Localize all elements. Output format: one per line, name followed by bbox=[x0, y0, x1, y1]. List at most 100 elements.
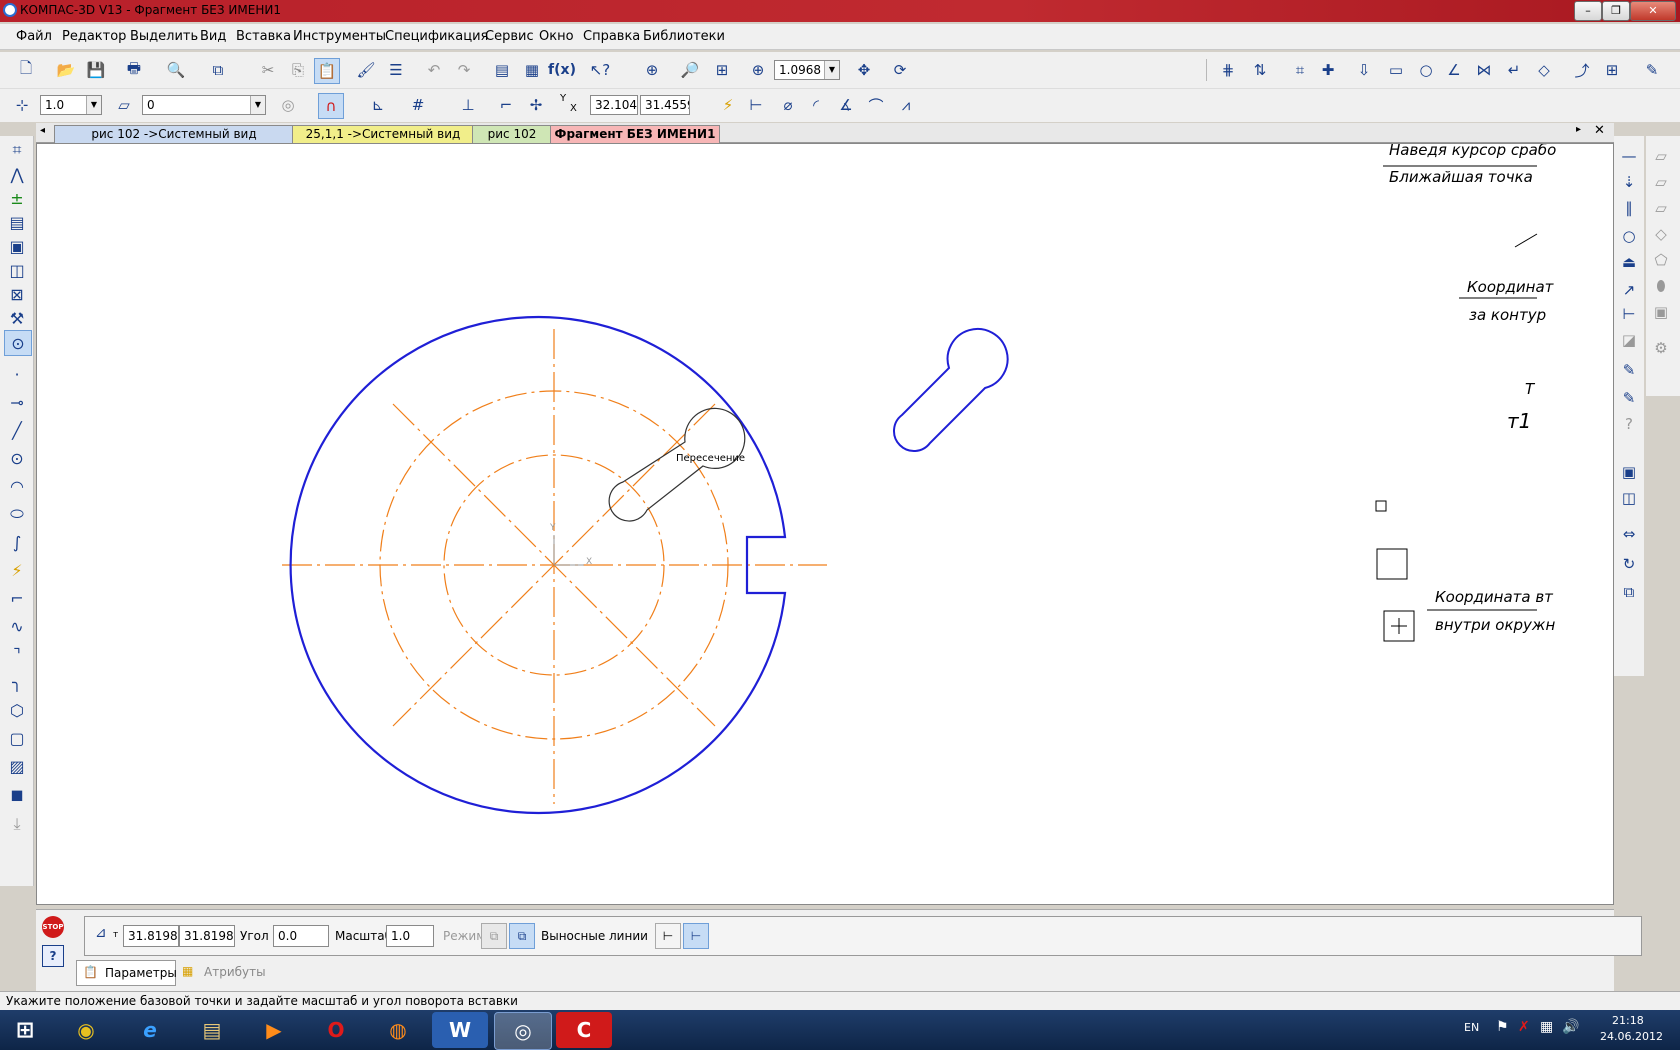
firefox-taskbar-icon[interactable]: ◍ bbox=[370, 1012, 426, 1048]
symbols-panel-icon[interactable]: ± bbox=[4, 186, 30, 210]
ortho-icon[interactable]: ⊾ bbox=[366, 93, 390, 117]
menu-view[interactable]: Вид bbox=[200, 29, 226, 44]
zoom-fit-icon[interactable]: ⊞ bbox=[710, 58, 734, 82]
copy-icon[interactable]: ⎘ bbox=[286, 58, 310, 82]
arc-icon[interactable]: ◠ bbox=[4, 474, 30, 498]
help-icon[interactable]: ? bbox=[1617, 412, 1641, 436]
tab-parameters[interactable]: 📋 Параметры bbox=[76, 960, 177, 986]
flag-icon[interactable]: ⚑ bbox=[1496, 1019, 1509, 1035]
network-error-icon[interactable]: ✗ bbox=[1518, 1019, 1530, 1035]
tab-ris102[interactable]: рис 102 bbox=[472, 125, 552, 144]
diameter-icon[interactable]: ⌀ bbox=[776, 93, 800, 117]
menu-file[interactable]: Файл bbox=[16, 29, 52, 44]
tab-fragment-active[interactable]: Фрагмент БЕЗ ИМЕНИ1 bbox=[550, 125, 720, 144]
zoom-window-icon[interactable]: ⊕ bbox=[640, 58, 664, 82]
views-icon[interactable]: ▣ bbox=[1617, 460, 1641, 484]
explorer-taskbar-icon[interactable]: ▤ bbox=[184, 1012, 240, 1048]
maximize-button[interactable]: ❐ bbox=[1602, 1, 1630, 21]
new-document-icon[interactable]: 🗋 bbox=[14, 58, 38, 82]
pin-icon[interactable]: ⏏ bbox=[1617, 250, 1641, 274]
pan-icon[interactable]: ✥ bbox=[852, 58, 876, 82]
parametric-icon[interactable]: ✢ bbox=[524, 93, 548, 117]
opera-taskbar-icon[interactable]: O bbox=[308, 1012, 364, 1048]
insert-fragment-icon[interactable]: ⤓ bbox=[4, 812, 30, 836]
undo-icon[interactable]: ↶ bbox=[422, 58, 446, 82]
print-icon[interactable]: 🖶 bbox=[122, 58, 146, 82]
layers-stack-icon[interactable]: ◫ bbox=[1617, 486, 1641, 510]
angle-field[interactable]: 0.0 bbox=[273, 925, 329, 947]
display-icon[interactable]: ▦ bbox=[1540, 1019, 1553, 1035]
edit-panel-icon[interactable]: ▤ bbox=[4, 210, 30, 234]
add-snap-icon[interactable]: ✚ bbox=[1316, 58, 1340, 82]
menu-help[interactable]: Справка bbox=[583, 29, 640, 44]
dim-lines-icon[interactable]: ⇅ bbox=[1248, 58, 1272, 82]
preview-icon[interactable]: 🔍 bbox=[164, 58, 188, 82]
refresh-icon[interactable]: ⟳ bbox=[888, 58, 912, 82]
text-box-icon[interactable]: ▭ bbox=[1384, 58, 1408, 82]
hatch-icon[interactable]: ▨ bbox=[4, 754, 30, 778]
t-x-field[interactable]: 31.8198 bbox=[123, 925, 179, 947]
circle-snap-icon[interactable]: ○ bbox=[1414, 58, 1438, 82]
measure-icon[interactable]: ◫ bbox=[4, 258, 30, 282]
color-icon[interactable]: ◎ bbox=[276, 93, 300, 117]
zoom-in-icon[interactable]: 🔎 bbox=[678, 58, 702, 82]
close-button[interactable]: ✕ bbox=[1630, 1, 1676, 21]
linear-dim-icon[interactable]: ⊢ bbox=[744, 93, 768, 117]
dimensions-panel-icon[interactable]: ⋀ bbox=[4, 162, 30, 186]
menu-service[interactable]: Сервис bbox=[485, 29, 534, 44]
coord-x-field[interactable]: 31.4559 bbox=[640, 95, 690, 115]
tab-scroll-right-icon[interactable]: ▸ bbox=[1576, 124, 1581, 135]
tab-scroll-left-icon[interactable]: ◂ bbox=[40, 125, 45, 136]
mirror-icon[interactable]: ◪ bbox=[1617, 328, 1641, 352]
segment-icon[interactable]: ╱ bbox=[4, 418, 30, 442]
fillet-icon[interactable]: ╮ bbox=[4, 670, 30, 694]
spline-icon[interactable]: ∫ bbox=[4, 530, 30, 554]
pencil-snap-2-icon[interactable]: ✎ bbox=[1617, 386, 1641, 410]
stop-button[interactable]: STOP bbox=[42, 916, 64, 938]
cylinder-icon[interactable]: ⬮ bbox=[1649, 274, 1673, 298]
marker-icon[interactable]: ◇ bbox=[1532, 58, 1556, 82]
geometry-panel-icon[interactable]: ⌗ bbox=[4, 138, 30, 162]
grid-lines-icon[interactable]: ⋕ bbox=[1216, 58, 1240, 82]
break-icon[interactable]: ⋈ bbox=[1472, 58, 1496, 82]
menu-editor[interactable]: Редактор bbox=[62, 29, 126, 44]
cursor-step-icon[interactable]: ⊹ bbox=[10, 93, 34, 117]
geometry-active-icon[interactable]: ⊙ bbox=[4, 330, 32, 356]
close-tab-icon[interactable]: ✕ bbox=[1594, 123, 1605, 138]
chevron-down-icon[interactable]: ▼ bbox=[250, 96, 265, 114]
ext-lines-on-icon[interactable]: ⊢ bbox=[683, 923, 709, 949]
zoom-combo[interactable]: 1.0968 ▼ bbox=[774, 60, 840, 80]
properties-icon[interactable]: ☰ bbox=[384, 58, 408, 82]
library-icon[interactable]: ▦ bbox=[520, 58, 544, 82]
save-icon[interactable]: 💾 bbox=[84, 58, 108, 82]
menu-insert[interactable]: Вставка bbox=[236, 29, 291, 44]
redo-icon[interactable]: ↷ bbox=[452, 58, 476, 82]
mode-option-2-icon[interactable]: ⧉ bbox=[509, 923, 535, 949]
horizontal-snap-icon[interactable]: — bbox=[1617, 144, 1641, 168]
menu-select[interactable]: Выделить bbox=[130, 29, 198, 44]
menu-libraries[interactable]: Библиотеки bbox=[643, 29, 725, 44]
gear-icon[interactable]: ⚙ bbox=[1649, 336, 1673, 360]
help-pointer-icon[interactable]: ↖? bbox=[588, 58, 612, 82]
angle-dim-icon[interactable]: ∡ bbox=[834, 93, 858, 117]
roughness-icon[interactable]: ⩘ bbox=[894, 93, 918, 117]
radius-icon[interactable]: ◜ bbox=[804, 93, 828, 117]
tab-ris102-system[interactable]: рис 102 ->Системный вид bbox=[54, 125, 294, 144]
clock-time[interactable]: 21:18 bbox=[1612, 1014, 1644, 1027]
format-brush-icon[interactable]: 🖌 bbox=[354, 58, 378, 82]
cut-icon[interactable]: ✂ bbox=[256, 58, 280, 82]
parametrization-icon[interactable]: ▣ bbox=[4, 234, 30, 258]
move-icon[interactable]: ⇔ bbox=[1617, 522, 1641, 546]
ext-lines-off-icon[interactable]: ⊢ bbox=[655, 923, 681, 949]
auto-line-icon[interactable]: ⚡ bbox=[4, 558, 30, 582]
angle-icon[interactable]: ∠ bbox=[1442, 58, 1466, 82]
layer-combo[interactable]: 0 ▼ bbox=[142, 95, 266, 115]
ortho-mode-icon[interactable]: ⌐ bbox=[494, 93, 518, 117]
tangent-snap-icon[interactable]: ○ bbox=[1617, 224, 1641, 248]
local-cs-icon[interactable]: ⊥ bbox=[456, 93, 480, 117]
fix-dim-icon[interactable]: ⊢ bbox=[1617, 302, 1641, 326]
zoom-scale-icon[interactable]: ⊕ bbox=[746, 58, 770, 82]
rotate-icon[interactable]: ↻ bbox=[1617, 552, 1641, 576]
menu-specification[interactable]: Спецификация bbox=[385, 29, 488, 44]
ie-taskbar-icon[interactable]: e bbox=[122, 1012, 178, 1048]
